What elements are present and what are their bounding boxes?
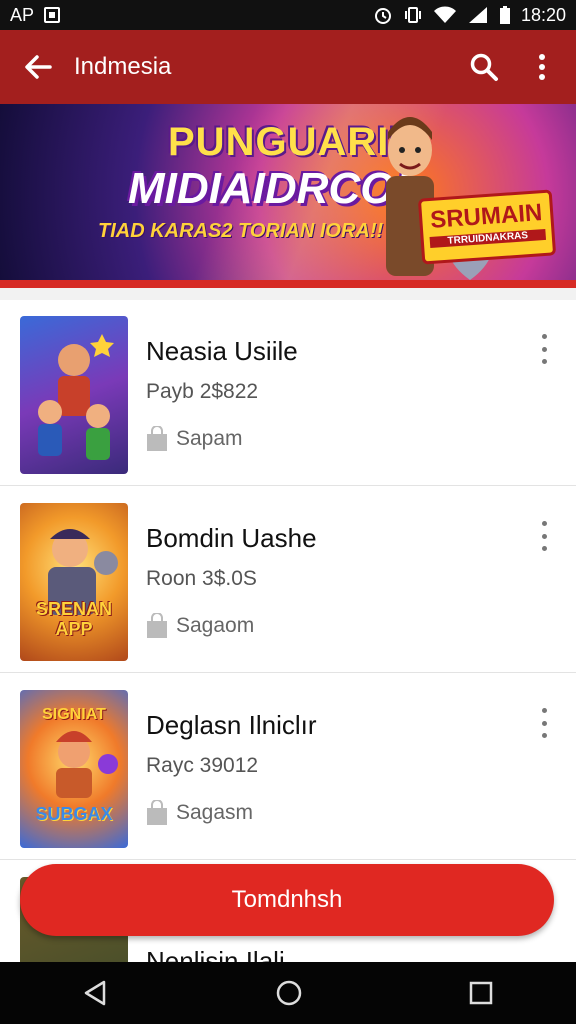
game-thumbnail: SIGNIAT SUBGAX xyxy=(20,690,128,848)
app-bar: Indmesia xyxy=(0,30,576,104)
game-thumb-text-top: SIGNIAT xyxy=(42,706,106,723)
game-price: Roon 3$.0S xyxy=(146,567,257,590)
game-art xyxy=(38,334,114,460)
promo-badge: SRUMAIN TRRUIDNAKRAS xyxy=(417,189,557,265)
shopping-bag-icon xyxy=(147,613,167,638)
game-tag-label: Sapam xyxy=(176,427,243,450)
signal-icon xyxy=(468,7,487,23)
alarm-icon xyxy=(374,8,391,24)
game-title: Bomdin Uashe xyxy=(146,523,317,553)
battery-icon xyxy=(499,6,510,24)
game-list: Neasia Usiile Payb 2$822 Sapam SRENAN AP… xyxy=(0,300,576,962)
game-title: Neasia Usiile xyxy=(146,336,298,366)
notification-icon xyxy=(44,7,61,23)
item-menu-button[interactable] xyxy=(532,334,556,364)
wifi-icon xyxy=(433,6,456,23)
status-time: 18:20 xyxy=(520,4,566,25)
shopping-bag-icon xyxy=(147,800,167,825)
list-item[interactable]: SIGNIAT SUBGAX Deglasn Ilniclır Rayc 390… xyxy=(0,674,576,860)
recents-nav-icon[interactable] xyxy=(468,980,494,1006)
status-bar: AP 18:20 xyxy=(0,0,576,30)
more-vert-icon xyxy=(539,54,545,80)
game-thumbnail xyxy=(20,316,128,474)
game-tag-label: Sagasm xyxy=(176,801,254,824)
banner-title: MIDIAIDRCO! xyxy=(128,164,410,213)
vibrate-icon xyxy=(404,7,421,23)
list-item[interactable]: Neasia Usiile Payb 2$822 Sapam xyxy=(0,300,576,486)
banner-divider xyxy=(0,280,576,288)
back-nav-icon[interactable] xyxy=(82,979,110,1007)
arrow-left-icon xyxy=(25,55,52,79)
game-price: Rayc 39012 xyxy=(146,754,259,777)
game-thumb-text: SRENAN APP xyxy=(35,599,112,639)
banner-headline: PUNGUARII xyxy=(168,120,402,164)
game-tag: Sapam xyxy=(146,426,243,452)
game-title: Deglasn Ilniclır xyxy=(146,710,317,740)
promo-banner[interactable]: PUNGUARII MIDIAIDRCO! TIAD KARAS2 TORIAN… xyxy=(0,104,576,284)
back-button[interactable] xyxy=(18,47,58,87)
game-tag-label: Sagaom xyxy=(176,614,255,637)
more-options-button[interactable] xyxy=(522,47,562,87)
status-left-text: AP xyxy=(10,4,35,25)
search-icon xyxy=(470,53,498,81)
primary-action-button[interactable]: Tomdnhsh xyxy=(20,864,554,936)
system-nav-bar xyxy=(0,962,576,1024)
banner-subtitle: TIAD KARAS2 TORIAN IORA!! xyxy=(98,220,384,242)
item-menu-button[interactable] xyxy=(532,521,556,551)
list-item[interactable]: SRENAN APP Bomdin Uashe Roon 3$.0S Sagao… xyxy=(0,487,576,673)
game-thumbnail: SRENAN APP xyxy=(20,503,128,661)
game-price: Payb 2$822 xyxy=(146,380,259,403)
item-menu-button[interactable] xyxy=(532,708,556,738)
search-button[interactable] xyxy=(464,47,504,87)
home-nav-icon[interactable] xyxy=(275,979,303,1007)
shopping-bag-icon xyxy=(147,426,167,451)
game-tag: Sagaom xyxy=(146,613,254,639)
page-title: Indmesia xyxy=(74,53,172,80)
game-tag: Sagasm xyxy=(146,800,253,826)
game-thumb-text-bottom: SUBGAX xyxy=(35,804,113,824)
